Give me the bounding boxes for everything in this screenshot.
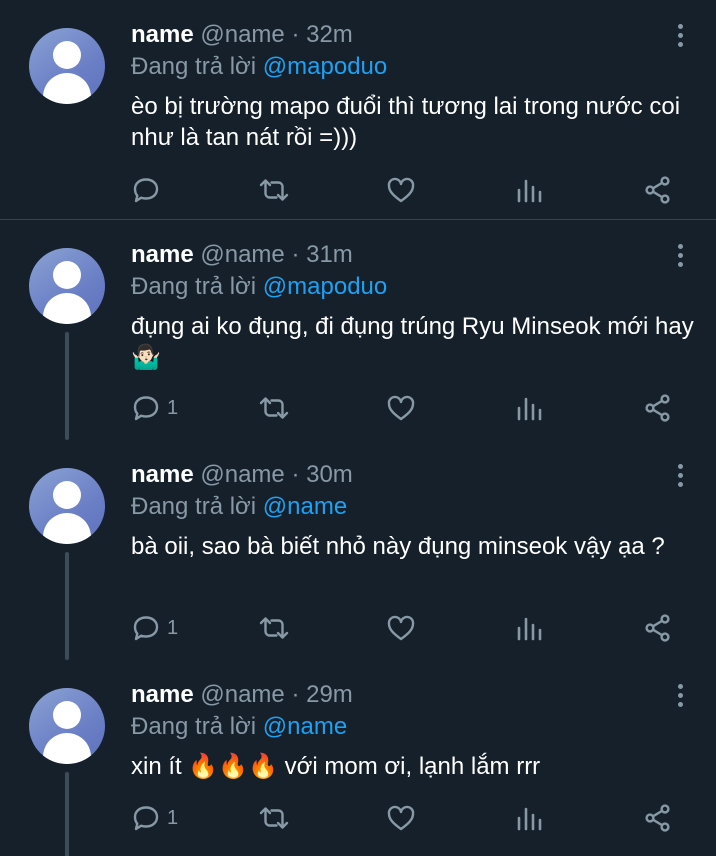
retweet-icon: [258, 395, 290, 421]
retweet-button[interactable]: [258, 612, 290, 644]
share-icon: [643, 394, 673, 422]
like-button[interactable]: [386, 392, 416, 424]
reply-button[interactable]: 1: [131, 802, 178, 834]
more-vertical-icon[interactable]: [676, 244, 684, 270]
replying-to-label: Đang trả lời: [131, 273, 257, 300]
retweet-icon: [258, 177, 290, 203]
tweet-text: bà oii, sao bà biết nhỏ này đụng minseok…: [131, 533, 665, 560]
share-button[interactable]: [643, 612, 673, 644]
reply-button[interactable]: 1: [131, 612, 178, 644]
mention-link[interactable]: @name: [263, 713, 347, 740]
timestamp[interactable]: · 31m: [291, 241, 352, 268]
analytics-button[interactable]: [516, 174, 542, 206]
reply-count: 1: [167, 806, 179, 829]
replying-to: Đang trả lời @name: [131, 712, 347, 742]
tweet-header: name @name · 32m: [131, 20, 353, 50]
replying-to-label: Đang trả lời: [131, 493, 257, 520]
action-bar: [0, 174, 716, 206]
action-bar: 1: [0, 802, 716, 834]
replying-to: Đang trả lời @name: [131, 492, 347, 522]
share-button[interactable]: [643, 392, 673, 424]
share-icon: [643, 614, 673, 642]
replying-to: Đang trả lời @mapoduo: [131, 52, 387, 82]
tweet-header: name @name · 29m: [131, 680, 353, 710]
reply-count: 1: [167, 616, 179, 639]
like-button[interactable]: [386, 612, 416, 644]
handle[interactable]: @name: [200, 241, 284, 268]
tweet[interactable]: name @name · 30m Đang trả lời @name bà o…: [0, 440, 716, 660]
replying-to-label: Đang trả lời: [131, 713, 257, 740]
tweet[interactable]: name @name · 29m Đang trả lời @name xin …: [0, 660, 716, 856]
retweet-icon: [258, 805, 290, 831]
tweet-text: èo bị trường mapo đuổi thì tương lai tro…: [131, 93, 681, 151]
like-button[interactable]: [386, 802, 416, 834]
share-icon: [643, 804, 673, 832]
reply-count: 1: [167, 396, 179, 419]
tweet-header: name @name · 30m: [131, 460, 353, 490]
analytics-icon: [516, 177, 542, 203]
handle[interactable]: @name: [200, 681, 284, 708]
mention-link[interactable]: @mapoduo: [263, 273, 387, 300]
mention-link[interactable]: @name: [263, 493, 347, 520]
timestamp[interactable]: · 29m: [291, 681, 352, 708]
tweet-text: xin ít 🔥🔥🔥 với mom ơi, lạnh lắm rrr: [131, 753, 541, 780]
analytics-button[interactable]: [516, 802, 542, 834]
reply-thread: name @name · 32m Đang trả lời @mapoduo è…: [0, 0, 716, 856]
display-name[interactable]: name: [131, 241, 194, 268]
reply-icon: [131, 394, 161, 422]
share-button[interactable]: [643, 174, 673, 206]
avatar[interactable]: [29, 28, 105, 104]
retweet-button[interactable]: [258, 392, 290, 424]
share-icon: [643, 176, 673, 204]
analytics-icon: [516, 615, 542, 641]
retweet-button[interactable]: [258, 802, 290, 834]
analytics-icon: [516, 395, 542, 421]
heart-icon: [386, 394, 416, 422]
more-vertical-icon[interactable]: [676, 684, 684, 710]
reply-icon: [131, 176, 161, 204]
analytics-icon: [516, 805, 542, 831]
display-name[interactable]: name: [131, 461, 194, 488]
mention-link[interactable]: @mapoduo: [263, 53, 387, 80]
action-bar: 1: [0, 612, 716, 644]
action-bar: 1: [0, 392, 716, 424]
reply-button[interactable]: [131, 174, 167, 206]
avatar[interactable]: [29, 468, 105, 544]
analytics-button[interactable]: [516, 612, 542, 644]
heart-icon: [386, 176, 416, 204]
more-vertical-icon[interactable]: [676, 464, 684, 490]
retweet-button[interactable]: [258, 174, 290, 206]
handle[interactable]: @name: [200, 461, 284, 488]
tweet-header: name @name · 31m: [131, 240, 353, 270]
replying-to: Đang trả lời @mapoduo: [131, 272, 387, 302]
reply-icon: [131, 804, 161, 832]
like-button[interactable]: [386, 174, 416, 206]
retweet-icon: [258, 615, 290, 641]
handle[interactable]: @name: [200, 21, 284, 48]
replying-to-label: Đang trả lời: [131, 53, 257, 80]
timestamp[interactable]: · 30m: [291, 461, 352, 488]
display-name[interactable]: name: [131, 21, 194, 48]
share-button[interactable]: [643, 802, 673, 834]
tweet[interactable]: name @name · 32m Đang trả lời @mapoduo è…: [0, 0, 716, 220]
heart-icon: [386, 804, 416, 832]
more-vertical-icon[interactable]: [676, 24, 684, 50]
timestamp[interactable]: · 32m: [291, 21, 352, 48]
tweet[interactable]: name @name · 31m Đang trả lời @mapoduo đ…: [0, 220, 716, 440]
reply-icon: [131, 614, 161, 642]
avatar[interactable]: [29, 248, 105, 324]
display-name[interactable]: name: [131, 681, 194, 708]
avatar[interactable]: [29, 688, 105, 764]
reply-button[interactable]: 1: [131, 392, 178, 424]
heart-icon: [386, 614, 416, 642]
tweet-text: đụng ai ko đụng, đi đụng trúng Ryu Minse…: [131, 313, 694, 371]
analytics-button[interactable]: [516, 392, 542, 424]
